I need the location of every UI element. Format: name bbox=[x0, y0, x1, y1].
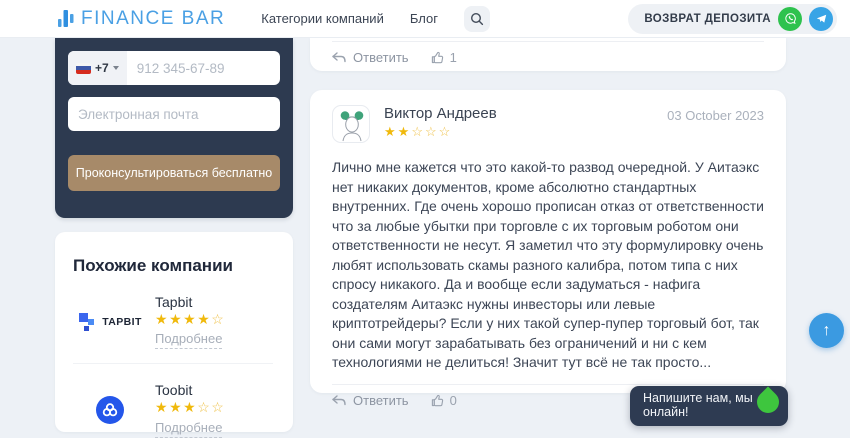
similar-companies-title: Похожие компании bbox=[73, 256, 273, 276]
avatar bbox=[332, 105, 370, 143]
reply-button[interactable]: Ответить bbox=[332, 50, 409, 65]
company-row-tapbit[interactable]: TAPBIT Tapbit ★★★★☆ Подробнее bbox=[73, 294, 273, 349]
phone-input[interactable] bbox=[127, 51, 280, 85]
review-text: Лично мне кажется что это какой-то разво… bbox=[332, 158, 764, 373]
country-selector[interactable]: +7 bbox=[68, 51, 127, 85]
chevron-down-icon bbox=[113, 66, 119, 70]
reply-arrow-icon bbox=[332, 52, 346, 63]
nav-item-blog[interactable]: Блог bbox=[410, 11, 438, 26]
review-date: 03 October 2023 bbox=[667, 105, 764, 123]
company-name: Tapbit bbox=[155, 294, 225, 310]
company-details-link[interactable]: Подробнее bbox=[155, 420, 222, 438]
company-name: Toobit bbox=[155, 382, 225, 398]
search-button[interactable] bbox=[464, 6, 490, 32]
like-button[interactable]: 0 bbox=[431, 393, 457, 408]
review-author: Виктор Андреев bbox=[384, 105, 497, 122]
logo-text: FINANCE BAR bbox=[81, 8, 225, 30]
divider bbox=[73, 363, 273, 364]
deposit-return-label: ВОЗВРАТ ДЕПОЗИТА bbox=[644, 13, 771, 25]
like-count: 0 bbox=[450, 393, 457, 408]
divider bbox=[332, 384, 764, 385]
company-details-link[interactable]: Подробнее bbox=[155, 331, 222, 349]
consult-submit-button[interactable]: Проконсультироваться бесплатно bbox=[68, 155, 280, 191]
similar-companies-card: Похожие компании TAPBIT Tapbit ★★★★☆ Под… bbox=[55, 232, 293, 432]
chat-widget[interactable]: Напишите нам, мы онлайн! bbox=[630, 386, 788, 426]
review-card: Виктор Андреев ★★☆☆☆ 03 October 2023 Лич… bbox=[310, 90, 786, 393]
thumbs-up-icon bbox=[431, 51, 444, 64]
whatsapp-icon[interactable] bbox=[778, 7, 802, 31]
thumbs-up-icon bbox=[431, 394, 444, 407]
email-input[interactable] bbox=[68, 97, 280, 131]
tapbit-logo: TAPBIT bbox=[73, 311, 147, 333]
company-rating: ★★★★☆ bbox=[155, 312, 225, 327]
phone-field: +7 bbox=[68, 51, 280, 85]
header: FINANCE BAR Категории компаний Блог ВОЗВ… bbox=[0, 0, 850, 38]
divider bbox=[332, 41, 764, 42]
scroll-top-button[interactable]: ↑ bbox=[809, 313, 844, 348]
review-rating: ★★☆☆☆ bbox=[384, 125, 497, 139]
toobit-logo bbox=[73, 396, 147, 424]
deposit-return-button[interactable]: ВОЗВРАТ ДЕПОЗИТА bbox=[628, 4, 837, 34]
reply-button[interactable]: Ответить bbox=[332, 393, 409, 408]
nav-item-categories[interactable]: Категории компаний bbox=[261, 11, 384, 26]
logo-bars-icon bbox=[58, 8, 74, 30]
tapbit-wordmark: TAPBIT bbox=[102, 316, 142, 328]
finance-bar-logo[interactable]: FINANCE BAR bbox=[58, 8, 225, 30]
phone-code: +7 bbox=[95, 61, 109, 75]
search-icon bbox=[470, 12, 484, 26]
arrow-up-icon: ↑ bbox=[823, 322, 831, 340]
russia-flag-icon bbox=[76, 63, 91, 74]
consult-form: +7 Проконсультироваться бесплатно bbox=[55, 38, 293, 218]
previous-review-footer: Ответить 1 bbox=[310, 38, 786, 71]
telegram-icon[interactable] bbox=[809, 7, 833, 31]
reply-arrow-icon bbox=[332, 395, 346, 406]
main-nav: Категории компаний Блог bbox=[261, 6, 490, 32]
company-rating: ★★★☆☆ bbox=[155, 400, 225, 415]
email-field bbox=[68, 97, 280, 131]
chat-label: Напишите нам, мы онлайн! bbox=[643, 391, 776, 419]
like-button[interactable]: 1 bbox=[431, 50, 457, 65]
like-count: 1 bbox=[450, 50, 457, 65]
company-row-toobit[interactable]: Toobit ★★★☆☆ Подробнее bbox=[73, 382, 273, 437]
